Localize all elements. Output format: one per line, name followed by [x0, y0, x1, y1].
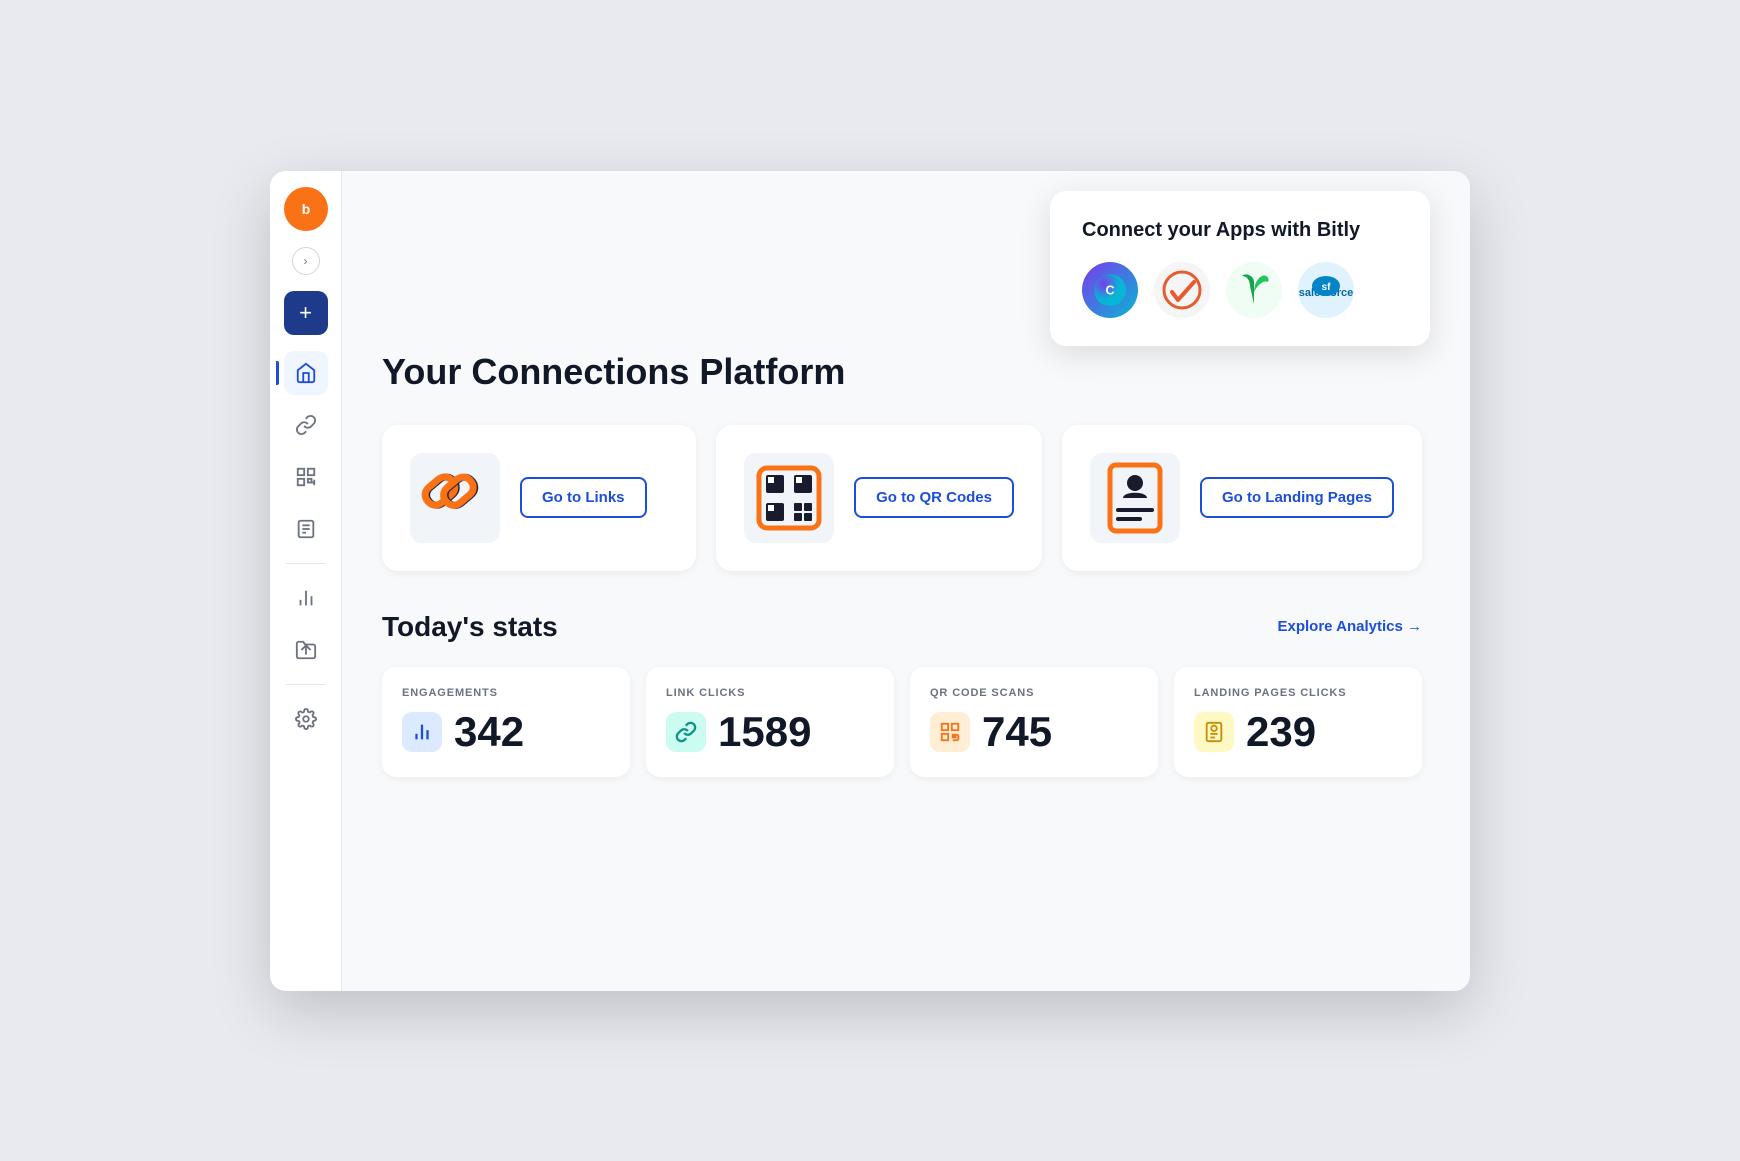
go-to-landing-pages-button[interactable]: Go to Landing Pages — [1200, 477, 1394, 518]
create-button[interactable]: + — [284, 291, 328, 335]
stats-section: Today's stats Explore Analytics → ENGAGE… — [382, 611, 1422, 777]
stat-bottom-qr-scans: 745 — [930, 711, 1138, 753]
stat-label-qr-scans: QR CODE SCANS — [930, 687, 1138, 699]
sidebar: b › + — [270, 171, 342, 991]
stat-icon-engagements — [402, 712, 442, 752]
app-icon-check[interactable] — [1154, 262, 1210, 318]
sidebar-item-home[interactable] — [284, 351, 328, 395]
stat-value-lp-clicks: 239 — [1246, 711, 1316, 753]
stat-icon-link-clicks — [666, 712, 706, 752]
sidebar-toggle-button[interactable]: › — [292, 247, 320, 275]
links-nav-card: Go to Links — [382, 425, 696, 571]
app-icon-canva[interactable]: C — [1082, 262, 1138, 318]
landing-pages-icon — [1090, 453, 1180, 543]
page-title: Your Connections Platform — [382, 351, 1422, 393]
go-to-links-button[interactable]: Go to Links — [520, 477, 647, 518]
stat-bottom-lp-clicks: 239 — [1194, 711, 1402, 753]
stat-value-engagements: 342 — [454, 711, 524, 753]
connect-apps-list: C — [1082, 262, 1398, 318]
stats-title: Today's stats — [382, 611, 558, 643]
stat-card-lp-clicks: LANDING PAGES CLICKS 239 — [1174, 667, 1422, 777]
stat-value-link-clicks: 1589 — [718, 711, 811, 753]
stat-card-engagements: ENGAGEMENTS 342 — [382, 667, 630, 777]
go-to-qr-codes-button[interactable]: Go to QR Codes — [854, 477, 1014, 518]
connect-card-title: Connect your Apps with Bitly — [1082, 219, 1398, 242]
stat-value-qr-scans: 745 — [982, 711, 1052, 753]
svg-text:C: C — [1105, 283, 1114, 297]
sidebar-item-links[interactable] — [284, 403, 328, 447]
stat-label-link-clicks: LINK CLICKS — [666, 687, 874, 699]
links-icon — [410, 453, 500, 543]
nav-cards-row: Go to Links — [382, 425, 1422, 571]
browser-window: b › + — [270, 171, 1470, 991]
landing-pages-nav-card: Go to Landing Pages — [1062, 425, 1422, 571]
stats-row: ENGAGEMENTS 342 — [382, 667, 1422, 777]
connect-apps-card: Connect your Apps with Bitly — [1050, 191, 1430, 346]
sidebar-item-qr-codes[interactable] — [284, 455, 328, 499]
stat-icon-lp-clicks — [1194, 712, 1234, 752]
stat-bottom-engagements: 342 — [402, 711, 610, 753]
sidebar-divider-2 — [286, 684, 326, 685]
stat-card-link-clicks: LINK CLICKS 1589 — [646, 667, 894, 777]
stat-bottom-link-clicks: 1589 — [666, 711, 874, 753]
sidebar-item-landing-pages[interactable] — [284, 507, 328, 551]
sidebar-item-settings[interactable] — [284, 697, 328, 741]
svg-text:sf: sf — [1322, 282, 1332, 293]
app-icon-sprout[interactable] — [1226, 262, 1282, 318]
sidebar-divider — [286, 563, 326, 564]
stat-label-engagements: ENGAGEMENTS — [402, 687, 610, 699]
sidebar-item-analytics[interactable] — [284, 576, 328, 620]
sidebar-item-campaigns[interactable] — [284, 628, 328, 672]
stat-icon-qr-scans — [930, 712, 970, 752]
app-icon-salesforce[interactable]: salesforce sf — [1298, 262, 1354, 318]
qr-codes-icon — [744, 453, 834, 543]
logo[interactable]: b — [284, 187, 328, 231]
stat-card-qr-scans: QR CODE SCANS — [910, 667, 1158, 777]
stats-header: Today's stats Explore Analytics → — [382, 611, 1422, 643]
explore-analytics-link[interactable]: Explore Analytics → — [1278, 618, 1423, 635]
main-content: Connect your Apps with Bitly — [342, 171, 1470, 991]
qr-codes-nav-card: Go to QR Codes — [716, 425, 1042, 571]
svg-text:b: b — [301, 201, 310, 217]
stat-label-lp-clicks: LANDING PAGES CLICKS — [1194, 687, 1402, 699]
